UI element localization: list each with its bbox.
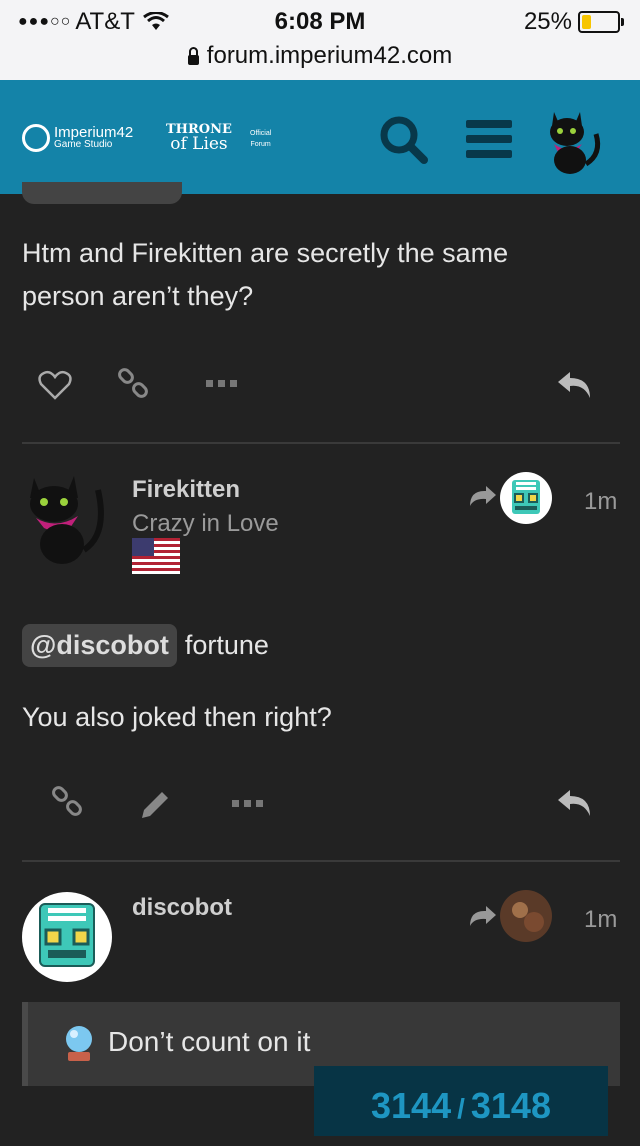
mention-command: fortune — [184, 630, 269, 660]
crystal-ball-icon — [66, 1026, 92, 1061]
logo-primary-text: Imperium42 — [54, 124, 134, 141]
official-forum-label: Official Forum — [250, 128, 271, 150]
post-username[interactable]: Firekitten — [132, 476, 240, 504]
edit-pencil-icon[interactable] — [138, 788, 172, 822]
like-heart-icon[interactable] — [38, 370, 72, 400]
site-header: Imperium42 Game Studio Throne of Lies Of… — [0, 80, 640, 194]
url-text: forum.imperium42.com — [206, 42, 453, 69]
battery-indicator: 25% — [524, 8, 624, 36]
hamburger-menu-icon[interactable] — [466, 120, 512, 158]
search-icon[interactable] — [378, 114, 430, 166]
us-flag-icon — [132, 538, 180, 574]
progress-separator: / — [457, 1093, 465, 1124]
discobot-small-avatar[interactable] — [500, 472, 552, 524]
lock-icon — [187, 47, 199, 65]
topic-progress-indicator[interactable]: 3144/3148 — [314, 1066, 608, 1136]
user-title: Crazy in Love — [132, 510, 279, 537]
post-body: Htm and Firekitten are secretly the same… — [22, 238, 509, 311]
current-post-number: 3144 — [371, 1085, 452, 1126]
post-time[interactable]: 1m — [584, 488, 617, 516]
imperium42-logo-icon — [22, 124, 50, 152]
logo-secondary-text: Game Studio — [54, 139, 113, 150]
ios-status-bar: ●●●○○ AT&T 6:08 PM 25% forum.imperium42.… — [0, 0, 640, 80]
post-time[interactable]: 1m — [584, 906, 617, 934]
post-mention-line: @discobot fortune — [22, 624, 269, 667]
imperium42-logo[interactable]: Imperium42 Game Studio — [22, 124, 133, 152]
link-icon[interactable] — [116, 368, 150, 402]
previous-post-badge — [22, 182, 182, 204]
game-logo-line2: of Lies — [170, 134, 228, 154]
more-options-icon[interactable] — [206, 378, 238, 388]
address-bar[interactable]: forum.imperium42.com — [0, 42, 640, 70]
fortune-text: Don’t count on it — [108, 1026, 311, 1057]
discobot-avatar[interactable] — [22, 892, 112, 982]
reply-to-arrow-icon — [470, 486, 496, 506]
total-post-count: 3148 — [470, 1085, 551, 1126]
post-username[interactable]: discobot — [132, 894, 232, 922]
reply-to-user-avatar[interactable] — [500, 890, 552, 942]
battery-icon — [578, 11, 620, 33]
firekitten-avatar[interactable] — [22, 468, 114, 568]
post-divider — [22, 860, 620, 862]
more-options-icon[interactable] — [232, 798, 264, 808]
mention-discobot[interactable]: @discobot — [22, 624, 177, 667]
battery-percent: 25% — [523, 8, 572, 35]
official-label-line2: Forum — [250, 141, 271, 148]
official-label-line1: Official — [250, 130, 272, 137]
post-body: You also joked then right? — [22, 702, 332, 732]
user-avatar-cat[interactable] — [540, 104, 610, 174]
reply-icon[interactable] — [556, 786, 594, 820]
post-divider — [22, 442, 620, 444]
throne-of-lies-logo[interactable]: Throne of Lies — [166, 122, 232, 154]
reply-icon[interactable] — [556, 368, 594, 402]
link-icon[interactable] — [50, 786, 84, 820]
reply-to-arrow-icon — [470, 906, 496, 926]
